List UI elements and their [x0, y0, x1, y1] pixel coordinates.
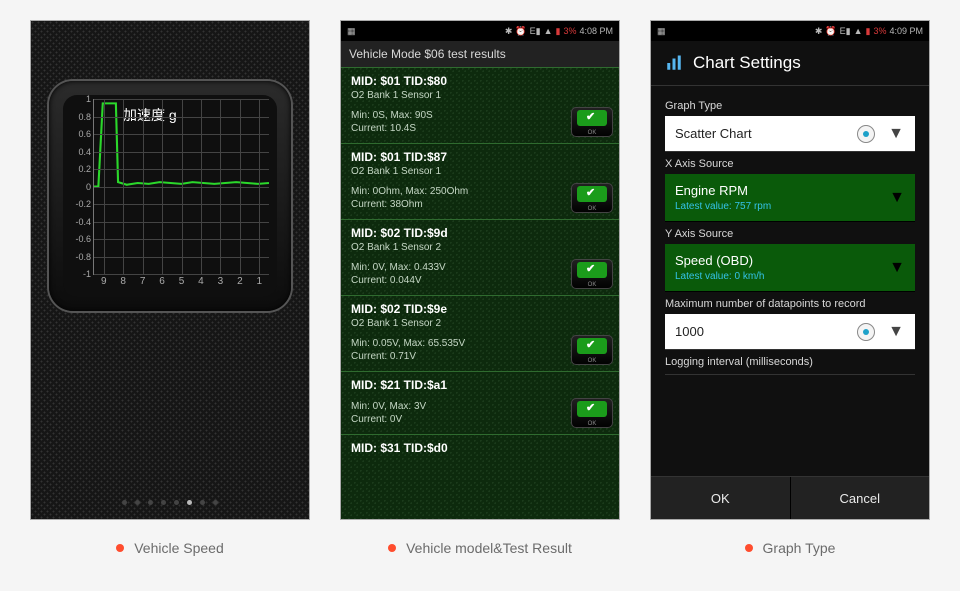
phone-test-results: ▦ ✱ ⏰ E▮ ▲ ▮ 3% 4:08 PM Vehicle Mode $06… — [340, 20, 620, 520]
battery-icon: ▮ — [556, 26, 561, 37]
graph-type-spinner[interactable]: Scatter Chart ▼ — [665, 116, 915, 152]
y-source-label: Y Axis Source — [665, 228, 915, 240]
result-values: Min: 0V, Max: 0.433VCurrent: 0.044V — [351, 261, 446, 288]
result-mid-tid: MID: $02 TID:$9d — [351, 226, 609, 240]
chart-icon — [665, 54, 683, 72]
ok-button[interactable]: OK — [571, 107, 613, 137]
results-list[interactable]: MID: $01 TID:$80 O2 Bank 1 Sensor 1 Min: 0… — [341, 67, 619, 519]
page-indicator — [31, 500, 309, 505]
chevron-down-icon: ▼ — [889, 259, 905, 277]
chevron-down-icon: ▼ — [887, 323, 905, 341]
max-points-spinner[interactable]: 1000 ▼ — [665, 314, 915, 350]
accel-chart: 10.80.60.40.20-0.2-0.4-0.6-0.8-198765432… — [93, 99, 269, 275]
ok-button[interactable]: OK — [651, 477, 791, 519]
result-mid-tid: MID: $02 TID:$9e — [351, 302, 609, 316]
results-title: Vehicle Mode $06 test results — [341, 41, 619, 67]
app-icon: ▦ — [347, 26, 356, 37]
caption-vehicle-speed: Vehicle Speed — [30, 540, 310, 556]
result-mid-tid: MID: $01 TID:$80 — [351, 74, 609, 88]
battery-pct: 3% — [873, 26, 886, 36]
result-row: Min: 0Ohm, Max: 250OhmCurrent: 38Ohm OK — [341, 179, 619, 219]
ok-button[interactable]: OK — [571, 398, 613, 428]
ok-button[interactable]: OK — [571, 183, 613, 213]
wifi-icon: ▲ — [544, 26, 553, 36]
vibrate-icon: ✱ — [505, 26, 513, 37]
caption-graph-type: Graph Type — [650, 540, 930, 556]
graph-type-label: Graph Type — [665, 100, 915, 112]
max-points-label: Maximum number of datapoints to record — [665, 298, 915, 310]
alarm-icon: ⏰ — [515, 26, 526, 37]
status-bar: ▦ ✱ ⏰ E▮ ▲ ▮ 3% 4:09 PM — [651, 21, 929, 41]
result-sensor: O2 Bank 1 Sensor 1 — [351, 166, 609, 177]
y-source-latest: Latest value: 0 km/h — [675, 271, 905, 282]
phone-vehicle-speed: 加速度 g 10.80.60.40.20-0.2-0.4-0.6-0.8-198… — [30, 20, 310, 520]
result-header: MID: $31 TID:$d0 — [341, 434, 619, 457]
chevron-down-icon: ▼ — [887, 125, 905, 143]
phone-chart-settings: ▦ ✱ ⏰ E▮ ▲ ▮ 3% 4:09 PM Chart Settings — [650, 20, 930, 520]
result-sensor: O2 Bank 1 Sensor 2 — [351, 242, 609, 253]
y-source-spinner[interactable]: Speed (OBD) Latest value: 0 km/h ▼ — [665, 244, 915, 292]
dialog-title-bar: Chart Settings — [651, 41, 929, 86]
battery-icon: ▮ — [866, 26, 871, 37]
cancel-button[interactable]: Cancel — [791, 477, 930, 519]
clock: 4:08 PM — [579, 26, 613, 36]
result-sensor: O2 Bank 1 Sensor 2 — [351, 318, 609, 329]
signal-icon: E▮ — [840, 26, 851, 37]
bullet-icon — [388, 544, 396, 552]
result-values: Min: 0S, Max: 90SCurrent: 10.4S — [351, 109, 433, 136]
battery-pct: 3% — [563, 26, 576, 36]
wifi-icon: ▲ — [854, 26, 863, 36]
alarm-icon: ⏰ — [825, 26, 836, 37]
result-mid-tid: MID: $31 TID:$d0 — [351, 441, 609, 455]
clock: 4:09 PM — [889, 26, 923, 36]
interval-label: Logging interval (milliseconds) — [665, 356, 915, 375]
result-mid-tid: MID: $01 TID:$87 — [351, 150, 609, 164]
bullet-icon — [116, 544, 124, 552]
x-source-label: X Axis Source — [665, 158, 915, 170]
graph-type-value: Scatter Chart — [675, 126, 752, 141]
status-bar: ▦ ✱ ⏰ E▮ ▲ ▮ 3% 4:08 PM — [341, 21, 619, 41]
x-source-spinner[interactable]: Engine RPM Latest value: 757 rpm ▼ — [665, 174, 915, 222]
result-row: Min: 0V, Max: 3VCurrent: 0V OK — [341, 394, 619, 434]
vibrate-icon: ✱ — [815, 26, 823, 37]
result-values: Min: 0.05V, Max: 65.535VCurrent: 0.71V — [351, 337, 465, 364]
ok-button[interactable]: OK — [571, 335, 613, 365]
result-row: Min: 0.05V, Max: 65.535VCurrent: 0.71V OK — [341, 331, 619, 371]
result-mid-tid: MID: $21 TID:$a1 — [351, 378, 609, 392]
chevron-down-icon: ▼ — [889, 189, 905, 207]
result-values: Min: 0V, Max: 3VCurrent: 0V — [351, 400, 426, 427]
gauge-frame: 加速度 g 10.80.60.40.20-0.2-0.4-0.6-0.8-198… — [49, 81, 291, 311]
result-header: MID: $02 TID:$9d O2 Bank 1 Sensor 2 — [341, 219, 619, 255]
result-header: MID: $02 TID:$9e O2 Bank 1 Sensor 2 — [341, 295, 619, 331]
dialog-title: Chart Settings — [693, 53, 801, 73]
signal-icon: E▮ — [530, 26, 541, 37]
x-source-latest: Latest value: 757 rpm — [675, 201, 905, 212]
x-source-value: Engine RPM — [675, 183, 905, 198]
radio-icon — [857, 125, 875, 143]
result-header: MID: $01 TID:$80 O2 Bank 1 Sensor 1 — [341, 67, 619, 103]
bullet-icon — [745, 544, 753, 552]
result-values: Min: 0Ohm, Max: 250OhmCurrent: 38Ohm — [351, 185, 468, 212]
max-points-value: 1000 — [675, 324, 704, 339]
radio-icon — [857, 323, 875, 341]
result-row: Min: 0V, Max: 0.433VCurrent: 0.044V OK — [341, 255, 619, 295]
ok-button[interactable]: OK — [571, 259, 613, 289]
result-header: MID: $21 TID:$a1 — [341, 371, 619, 394]
y-source-value: Speed (OBD) — [675, 253, 905, 268]
result-sensor: O2 Bank 1 Sensor 1 — [351, 90, 609, 101]
caption-test-result: Vehicle model&Test Result — [340, 540, 620, 556]
result-row: Min: 0S, Max: 90SCurrent: 10.4S OK — [341, 103, 619, 143]
result-header: MID: $01 TID:$87 O2 Bank 1 Sensor 1 — [341, 143, 619, 179]
app-icon: ▦ — [657, 26, 666, 37]
